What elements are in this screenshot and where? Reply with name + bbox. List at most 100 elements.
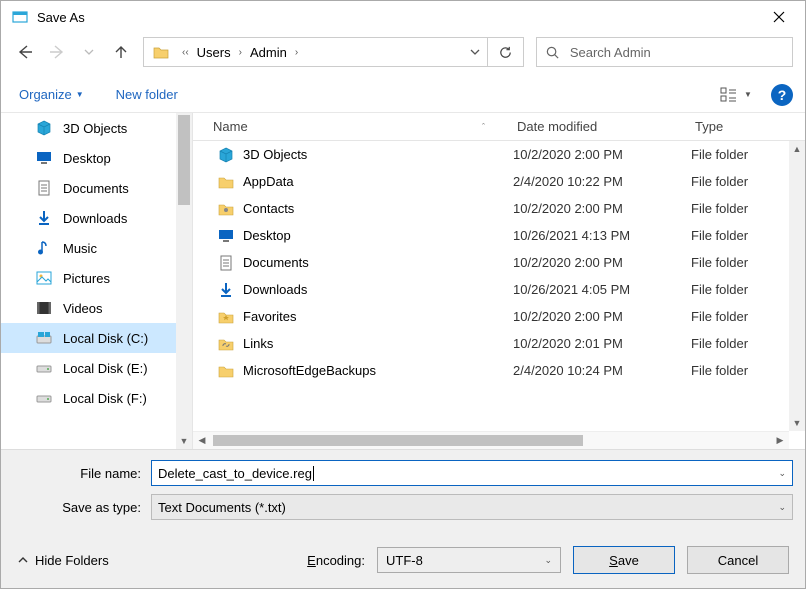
address-dropdown[interactable] <box>463 38 487 66</box>
file-row[interactable]: 3D Objects10/2/2020 2:00 PMFile folder <box>193 141 805 168</box>
col-type[interactable]: Type <box>691 119 805 134</box>
chevron-left-icon[interactable]: ‹‹ <box>176 47 195 58</box>
download-icon <box>217 281 235 299</box>
col-date[interactable]: Date modified <box>513 119 691 134</box>
cancel-button[interactable]: Cancel <box>687 546 789 574</box>
scroll-thumb[interactable] <box>178 115 190 205</box>
view-mode-button[interactable]: ▼ <box>719 81 753 109</box>
close-button[interactable] <box>757 2 801 32</box>
tree-item[interactable]: Local Disk (F:) <box>1 383 192 413</box>
tree-item[interactable]: 3D Objects <box>1 113 192 143</box>
breadcrumb-admin[interactable]: Admin <box>248 45 289 60</box>
new-folder-button[interactable]: New folder <box>116 87 178 102</box>
up-button[interactable] <box>111 42 131 62</box>
form-area: File name: Delete_cast_to_device.reg ⌄ S… <box>1 449 805 540</box>
tree-item[interactable]: Pictures <box>1 263 192 293</box>
tree-scrollbar[interactable]: ▲ ▼ <box>176 113 192 449</box>
tree-item[interactable]: Music <box>1 233 192 263</box>
file-type: File folder <box>691 336 805 351</box>
scroll-right-icon[interactable]: ▶ <box>771 432 789 449</box>
recent-button[interactable] <box>79 42 99 62</box>
doc-icon <box>35 179 53 197</box>
chevron-down-icon[interactable]: ⌄ <box>778 468 786 479</box>
file-row[interactable]: Desktop10/26/2021 4:13 PMFile folder <box>193 222 805 249</box>
file-row[interactable]: MicrosoftEdgeBackups2/4/2020 10:24 PMFil… <box>193 357 805 384</box>
download-icon <box>35 209 53 227</box>
file-date: 10/2/2020 2:00 PM <box>513 201 691 216</box>
col-date-label: Date modified <box>517 119 597 134</box>
column-headers: Name ˆ Date modified Type <box>193 113 805 141</box>
scroll-down-icon[interactable]: ▼ <box>789 415 805 431</box>
organize-button[interactable]: Organize ▼ <box>19 87 84 102</box>
arrow-up-icon <box>113 44 129 60</box>
col-name[interactable]: Name ˆ <box>193 119 513 134</box>
hide-folders-label: Hide Folders <box>35 553 109 568</box>
savetype-value: Text Documents (*.txt) <box>158 500 286 515</box>
organize-label: Organize <box>19 87 72 102</box>
file-name: Favorites <box>243 309 296 324</box>
chevron-down-icon[interactable]: ⌄ <box>778 502 786 513</box>
save-button[interactable]: Save <box>573 546 675 574</box>
tree-item[interactable]: Videos <box>1 293 192 323</box>
tree-item[interactable]: Downloads <box>1 203 192 233</box>
file-type: File folder <box>691 201 805 216</box>
tree-item-label: Documents <box>63 181 129 196</box>
3d-icon <box>217 146 235 164</box>
tree-item-label: Videos <box>63 301 103 316</box>
file-row[interactable]: Links10/2/2020 2:01 PMFile folder <box>193 330 805 357</box>
file-row[interactable]: Favorites10/2/2020 2:00 PMFile folder <box>193 303 805 330</box>
file-name: Desktop <box>243 228 291 243</box>
file-name: Downloads <box>243 282 307 297</box>
file-row[interactable]: Contacts10/2/2020 2:00 PMFile folder <box>193 195 805 222</box>
tree-item[interactable]: Desktop <box>1 143 192 173</box>
scroll-down-icon[interactable]: ▼ <box>176 433 192 449</box>
sort-indicator-icon: ˆ <box>482 122 485 132</box>
file-pane: Name ˆ Date modified Type 3D Objects10/2… <box>193 113 805 449</box>
scroll-thumb[interactable] <box>213 435 583 446</box>
filename-input[interactable]: Delete_cast_to_device.reg ⌄ <box>151 460 793 486</box>
file-type: File folder <box>691 309 805 324</box>
file-row[interactable]: Documents10/2/2020 2:00 PMFile folder <box>193 249 805 276</box>
file-row[interactable]: Downloads10/26/2021 4:05 PMFile folder <box>193 276 805 303</box>
disk-icon <box>35 389 53 407</box>
folder-icon <box>217 362 235 380</box>
scroll-left-icon[interactable]: ◀ <box>193 432 211 449</box>
file-name: AppData <box>243 174 294 189</box>
chevron-down-icon[interactable]: ⌄ <box>544 555 552 566</box>
file-name: MicrosoftEdgeBackups <box>243 363 376 378</box>
filename-label: File name: <box>1 466 151 481</box>
help-button[interactable]: ? <box>771 84 793 106</box>
tree-item-label: Local Disk (F:) <box>63 391 147 406</box>
arrow-right-icon <box>49 44 65 60</box>
tree-item-label: Desktop <box>63 151 111 166</box>
search-input[interactable]: Search Admin <box>536 37 793 67</box>
back-button[interactable] <box>15 42 35 62</box>
disk-icon <box>35 359 53 377</box>
address-bar[interactable]: ‹‹ Users › Admin › <box>143 37 488 67</box>
file-row[interactable]: AppData2/4/2020 10:22 PMFile folder <box>193 168 805 195</box>
nav-row: ‹‹ Users › Admin › Search Admin <box>1 33 805 71</box>
file-type: File folder <box>691 174 805 189</box>
scroll-up-icon[interactable]: ▲ <box>789 141 805 157</box>
tree-item-label: Local Disk (E:) <box>63 361 148 376</box>
app-icon <box>11 8 29 26</box>
folder-icon <box>152 43 170 61</box>
encoding-select[interactable]: UTF-8 ⌄ <box>377 547 561 573</box>
tree-item-label: Downloads <box>63 211 127 226</box>
forward-button[interactable] <box>47 42 67 62</box>
horizontal-scrollbar[interactable]: ◀ ▶ <box>193 431 789 449</box>
fav-icon <box>217 308 235 326</box>
hide-folders-button[interactable]: Hide Folders <box>17 553 109 568</box>
chevron-down-icon: ▼ <box>744 90 752 99</box>
tree-item[interactable]: Local Disk (C:) <box>1 323 192 353</box>
tree-item[interactable]: Local Disk (E:) <box>1 353 192 383</box>
file-type: File folder <box>691 255 805 270</box>
vertical-scrollbar[interactable]: ▲ ▼ <box>789 141 805 431</box>
breadcrumb-users[interactable]: Users <box>195 45 233 60</box>
file-name: Documents <box>243 255 309 270</box>
refresh-button[interactable] <box>488 37 524 67</box>
view-icon <box>720 87 740 103</box>
toolbar: Organize ▼ New folder ▼ ? <box>1 77 805 113</box>
tree-item[interactable]: Documents <box>1 173 192 203</box>
savetype-select[interactable]: Text Documents (*.txt) ⌄ <box>151 494 793 520</box>
